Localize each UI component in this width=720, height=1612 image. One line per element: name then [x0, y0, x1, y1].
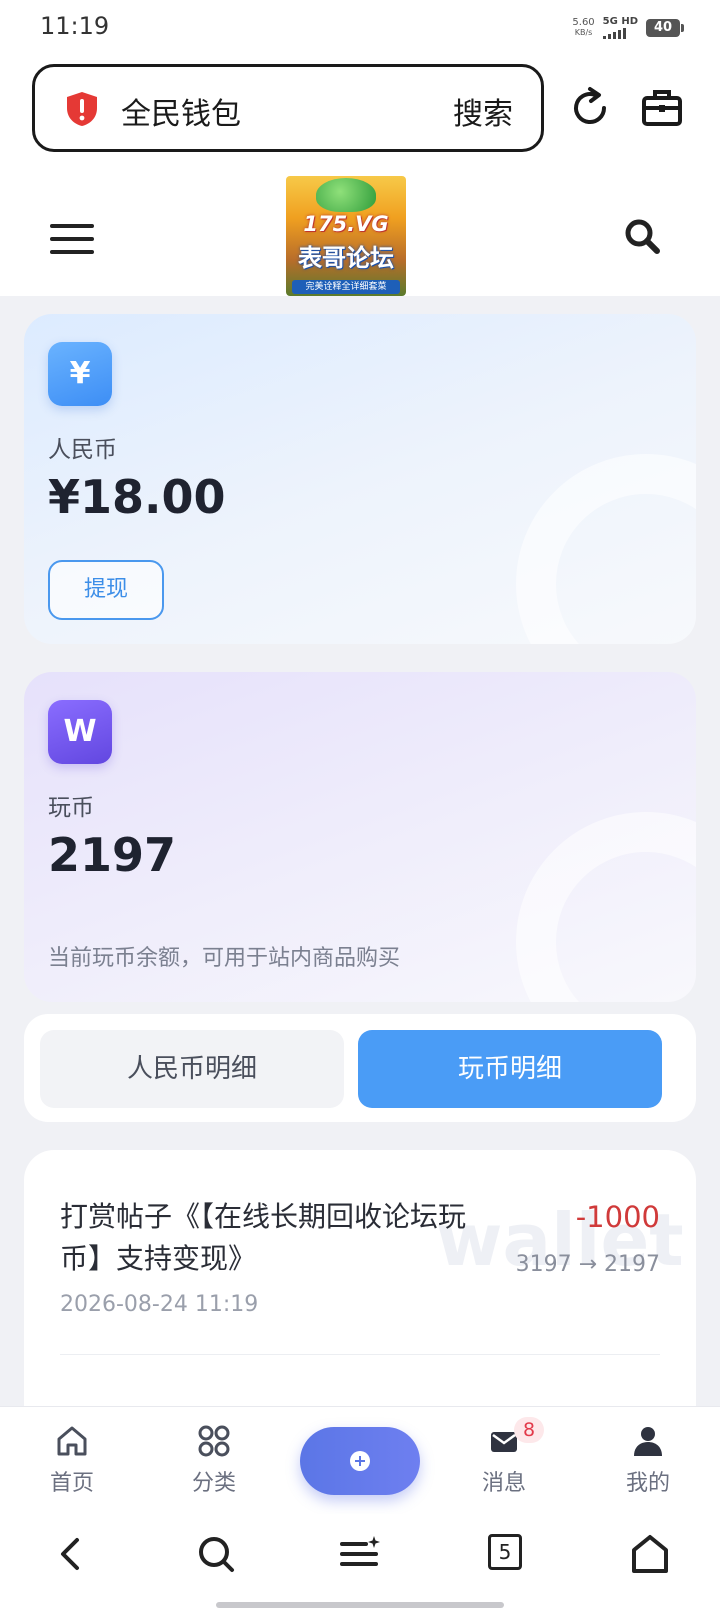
system-nav-bar: 5: [0, 1514, 720, 1612]
coin-balance-card: W 玩币 2197 当前玩币余额，可用于站内商品购买: [24, 672, 696, 1002]
record-list: wallet 打赏帖子《【在线长期回收论坛玩币】支持变现》 -1000 3197…: [24, 1150, 696, 1406]
rmb-label: 人民币: [48, 437, 117, 463]
back-icon[interactable]: [50, 1532, 94, 1576]
logo-text-main: 表哥论坛: [298, 244, 394, 272]
record-title: 打赏帖子《【在线长期回收论坛玩币】支持变现》: [60, 1200, 467, 1275]
tab-mine-label: 我的: [625, 1471, 670, 1496]
network-type: 5G HD: [602, 16, 638, 27]
coin-amount: 2197: [48, 828, 177, 882]
net-speed: 5.60 KB/s: [572, 16, 595, 38]
wallet-content: ¥ 人民币 ¥18.00 提现 W 玩币 2197 当前玩币余额，可用于站内商品…: [0, 296, 720, 1406]
battery-icon: 40: [646, 18, 684, 37]
divider: [60, 1354, 660, 1355]
reload-icon[interactable]: [568, 86, 612, 130]
network-block: 5G HD: [602, 16, 638, 39]
decorative-circle: [516, 454, 696, 644]
shield-icon: [67, 92, 97, 126]
tab-coin-detail[interactable]: 玩币明细: [358, 1030, 662, 1108]
dragon-mascot-icon: [316, 178, 376, 212]
address-text[interactable]: 全民钱包: [121, 89, 241, 133]
status-bar: 11:19 5.60 KB/s 5G HD 40: [0, 0, 720, 56]
tab-messages[interactable]: 8 消息: [454, 1417, 554, 1497]
toolbox-icon[interactable]: [640, 86, 684, 130]
coin-note: 当前玩币余额，可用于站内商品购买: [48, 946, 401, 971]
tab-messages-label: 消息: [481, 1471, 526, 1496]
decorative-circle: [516, 812, 696, 1002]
withdraw-button[interactable]: 提现: [48, 560, 164, 620]
site-logo[interactable]: 175.VG 表哥论坛 完美诠释全详细套菜: [286, 176, 406, 296]
record-time: 2026-08-24 11:19: [60, 1292, 259, 1317]
detail-tabs: 人民币明细 玩币明细: [24, 1014, 696, 1122]
tab-mine[interactable]: 我的: [598, 1423, 698, 1497]
status-indicators: 5.60 KB/s 5G HD 40: [572, 16, 684, 39]
address-search-button[interactable]: 搜索: [453, 89, 513, 133]
coin-w-icon: W: [48, 700, 112, 764]
home-icon[interactable]: [628, 1532, 672, 1576]
user-icon: [634, 1427, 662, 1456]
tab-rmb-detail[interactable]: 人民币明细: [40, 1030, 344, 1108]
home-indicator[interactable]: [216, 1602, 504, 1608]
status-time: 11:19: [40, 12, 110, 40]
plus-icon: [350, 1451, 370, 1471]
search-icon[interactable]: [194, 1532, 238, 1576]
record-amount: -1000: [575, 1200, 660, 1234]
search-icon[interactable]: [622, 216, 662, 256]
tab-count-button[interactable]: 5: [488, 1534, 522, 1570]
tab-home-label: 首页: [49, 1471, 94, 1496]
yuan-icon: ¥: [48, 342, 112, 406]
rmb-balance-card: ¥ 人民币 ¥18.00 提现: [24, 314, 696, 644]
menu-sparkle-icon[interactable]: [338, 1532, 382, 1576]
signal-icon: [602, 27, 638, 39]
tab-category[interactable]: 分类: [164, 1423, 264, 1497]
net-speed-value: 5.60: [572, 16, 595, 28]
logo-text-sub: 完美诠释全详细套菜: [292, 280, 400, 294]
coin-label: 玩币: [48, 795, 94, 821]
message-count-badge: 8: [514, 1417, 544, 1443]
tab-home[interactable]: 首页: [22, 1423, 122, 1497]
address-bar[interactable]: 全民钱包 搜索: [32, 64, 544, 152]
site-header: 175.VG 表哥论坛 完美诠释全详细套菜: [0, 176, 720, 296]
record-balance-change: 3197 → 2197: [515, 1252, 660, 1277]
add-post-button[interactable]: [300, 1427, 420, 1495]
logo-text-top: 175.VG: [303, 212, 389, 236]
grid-icon: [198, 1425, 230, 1457]
home-icon: [57, 1426, 87, 1456]
tab-category-label: 分类: [191, 1471, 236, 1496]
hamburger-menu-icon[interactable]: [50, 224, 94, 254]
app-tabbar: 首页 分类 8 消息 我的: [0, 1406, 720, 1514]
net-speed-unit: KB/s: [574, 27, 593, 37]
rmb-amount: ¥18.00: [48, 470, 226, 524]
